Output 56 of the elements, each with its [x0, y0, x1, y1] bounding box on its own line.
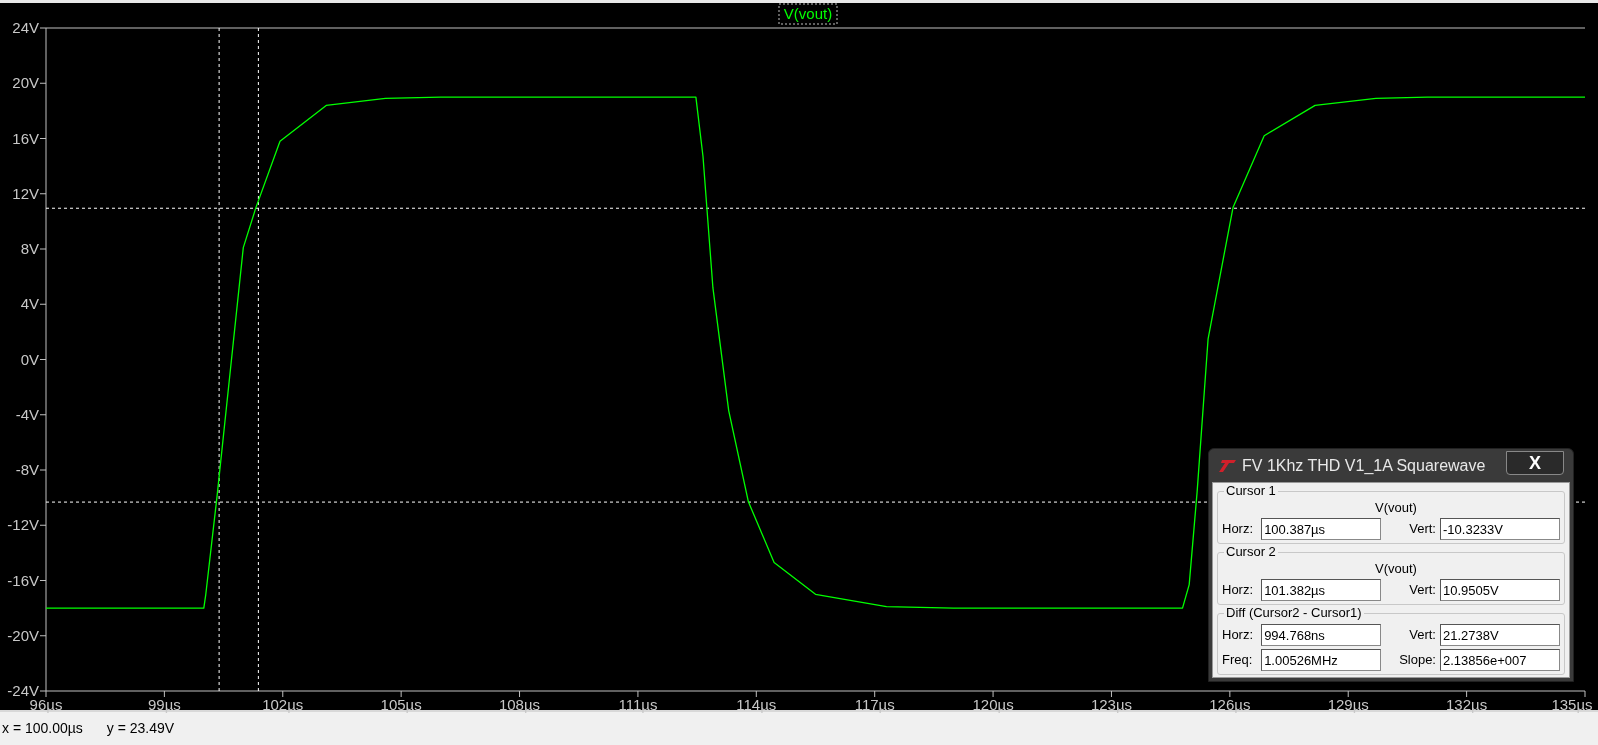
- group-title: Diff (Cursor2 - Cursor1): [1224, 605, 1364, 621]
- value-field[interactable]: 21.2738V: [1440, 624, 1560, 646]
- value-field[interactable]: 100.387µs: [1261, 518, 1382, 540]
- x-tick-label: 129µs: [1327, 696, 1369, 713]
- field-label: Vert:: [1408, 520, 1437, 539]
- x-tick-label: 120µs: [972, 696, 1014, 713]
- y-tick-label: -24V: [7, 682, 39, 699]
- x-tick-label: 132µs: [1446, 696, 1488, 713]
- x-tick-label: 96µs: [29, 696, 63, 713]
- trace-name: V(vout): [1375, 500, 1417, 515]
- value-field[interactable]: 10.9505V: [1440, 579, 1560, 601]
- y-tick-label: 12V: [12, 184, 39, 202]
- y-tick-label: 8V: [20, 240, 39, 257]
- cursor-line[interactable]: [45, 207, 1586, 209]
- x-tick-label: 114µs: [736, 696, 777, 713]
- dialog-title: FV 1Khz THD V1_1A Squarewave: [1242, 455, 1487, 476]
- close-button[interactable]: X: [1506, 451, 1564, 475]
- y-readout: y = 23.49V: [106, 719, 175, 738]
- x-tick-label: 123µs: [1090, 696, 1133, 713]
- y-tick-label: -4V: [15, 405, 39, 423]
- y-tick-label: 16V: [12, 129, 39, 147]
- field-label: Horz:: [1222, 520, 1255, 539]
- x-tick-label: 102µs: [262, 696, 304, 713]
- field-label: Horz:: [1222, 626, 1255, 645]
- field-label: Horz:: [1222, 581, 1255, 600]
- trace-label-frame: [778, 3, 838, 25]
- value-field[interactable]: 994.768ns: [1261, 624, 1382, 646]
- x-tick-label: 111µs: [618, 696, 658, 713]
- cursor-line[interactable]: [257, 27, 259, 692]
- value-field[interactable]: 1.00526MHz: [1261, 649, 1382, 671]
- value-field[interactable]: 101.382µs: [1261, 579, 1382, 601]
- y-tick-label: 24V: [12, 19, 39, 36]
- trace-name: V(vout): [1375, 561, 1417, 576]
- field-label: Vert:: [1408, 581, 1437, 600]
- y-tick-label: -8V: [15, 461, 39, 478]
- x-tick-label: 108µs: [498, 696, 541, 713]
- field-label: Slope:: [1398, 651, 1437, 670]
- value-field[interactable]: -10.3233V: [1440, 518, 1560, 540]
- x-tick-label: 105µs: [380, 696, 422, 713]
- x-tick-label: 126µs: [1209, 696, 1251, 713]
- x-readout: x = 100.00µs: [2, 719, 83, 738]
- y-tick-label: -16V: [7, 571, 39, 589]
- trace-label[interactable]: V(vout): [783, 5, 833, 22]
- value-field[interactable]: 2.13856e+007: [1440, 649, 1560, 671]
- y-tick-label: -12V: [7, 516, 39, 534]
- x-tick-label: 117µs: [854, 696, 895, 713]
- y-tick-label: -20V: [7, 626, 39, 644]
- y-tick-label: 4V: [20, 295, 39, 313]
- x-tick-label: 135µs: [1551, 696, 1593, 713]
- y-tick-label: 0V: [20, 350, 39, 368]
- x-tick-label: 99µs: [147, 696, 181, 713]
- cursor-line[interactable]: [218, 27, 220, 692]
- field-label: Vert:: [1408, 626, 1437, 645]
- logo-icon: [1218, 459, 1236, 472]
- y-tick-label: 20V: [12, 74, 39, 92]
- field-label: Freq:: [1222, 651, 1254, 670]
